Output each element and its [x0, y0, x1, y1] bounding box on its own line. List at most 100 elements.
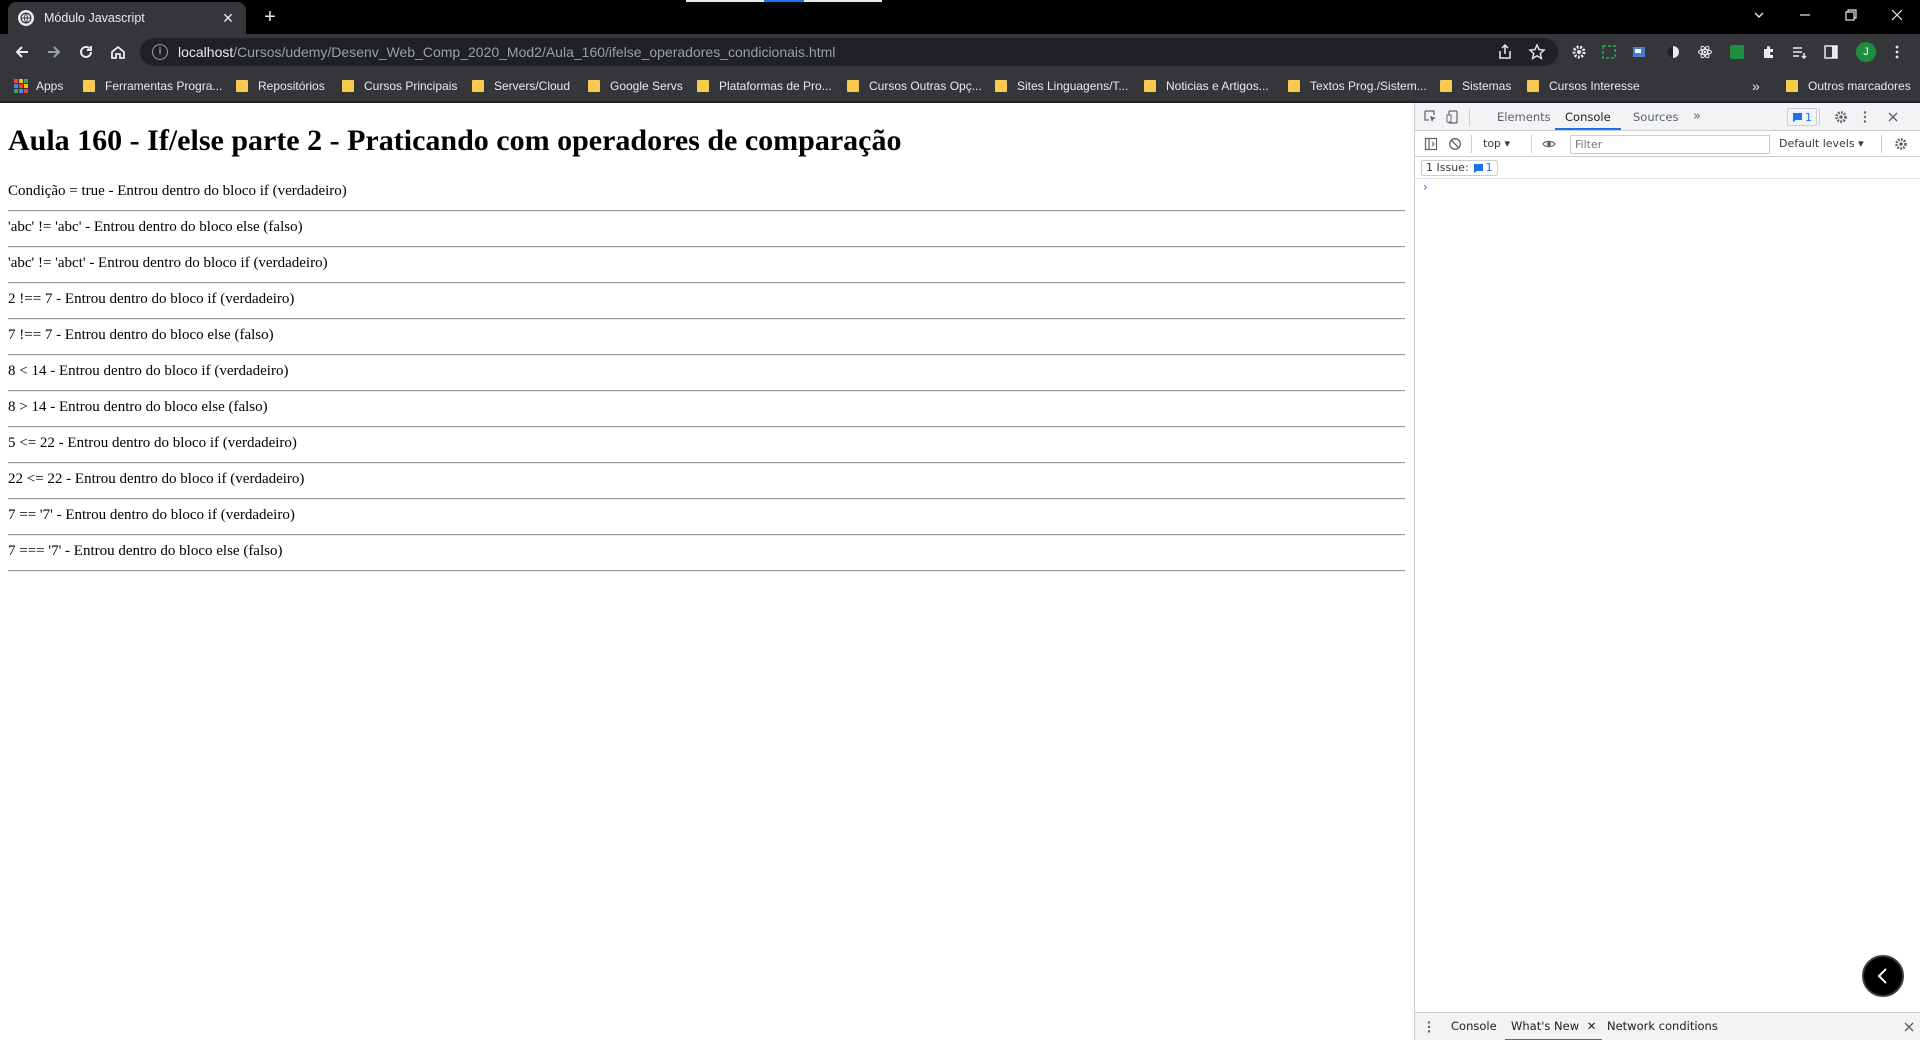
tab-elements[interactable]: Elements: [1495, 103, 1553, 131]
floating-back-button[interactable]: [1862, 955, 1904, 997]
tab-sources[interactable]: Sources: [1631, 103, 1681, 131]
extension-window-icon[interactable]: [1630, 43, 1648, 61]
result-row: Condição = true - Entrou dentro do bloco…: [8, 182, 1405, 218]
new-tab-button[interactable]: +: [258, 6, 282, 30]
tab-close-icon[interactable]: ✕: [220, 10, 236, 26]
bookmark-folder[interactable]: Ferramentas Progra...: [83, 76, 222, 96]
bookmark-label: Plataformas de Pro...: [719, 79, 832, 93]
device-toolbar-icon[interactable]: [1445, 109, 1461, 125]
extension-dark-mode-icon[interactable]: [1664, 43, 1682, 61]
bookmark-folder[interactable]: Google Servs: [588, 76, 683, 96]
apps-grid-icon: [14, 79, 28, 93]
bookmark-label: Cursos Outras Opç...: [869, 79, 982, 93]
drawer-tab-whats-new[interactable]: What's New ✕: [1505, 1013, 1603, 1040]
console-prompt[interactable]: ›: [1423, 180, 1428, 194]
other-bookmarks[interactable]: Outros marcadores: [1786, 76, 1911, 96]
bookmark-folder[interactable]: Sistemas: [1440, 76, 1511, 96]
more-tabs-button[interactable]: »: [1691, 103, 1703, 131]
bookmark-folder[interactable]: Servers/Cloud: [472, 76, 570, 96]
result-text: 22 <= 22 - Entrou dentro do bloco if (ve…: [8, 471, 305, 487]
folder-icon: [1440, 80, 1452, 92]
kebab-menu-icon[interactable]: [1857, 109, 1873, 125]
log-levels-value: Default levels: [1779, 137, 1855, 150]
bookmark-label: Textos Prog./Sistem...: [1310, 79, 1427, 93]
folder-icon: [847, 80, 859, 92]
bookmark-folder[interactable]: Repositórios: [236, 76, 325, 96]
issues-badge[interactable]: 1: [1787, 108, 1817, 126]
browser-toolbar: i localhost/Cursos/udemy/Desenv_Web_Comp…: [0, 34, 1920, 70]
divider: [8, 462, 1405, 464]
extension-react-icon[interactable]: [1696, 43, 1714, 61]
restore-button[interactable]: [1828, 0, 1874, 30]
address-bar[interactable]: i localhost/Cursos/udemy/Desenv_Web_Comp…: [140, 38, 1558, 66]
folder-icon: [697, 80, 709, 92]
browser-menu-icon[interactable]: [1888, 43, 1906, 61]
issues-bar: 1 Issue: 1: [1415, 157, 1920, 179]
home-button[interactable]: [106, 40, 130, 64]
close-icon[interactable]: ✕: [1587, 1019, 1597, 1033]
globe-icon: [18, 10, 34, 26]
drawer-tab-network-conditions[interactable]: Network conditions: [1607, 1013, 1718, 1040]
bookmark-label: Google Servs: [610, 79, 683, 93]
tab-search-icon[interactable]: [1736, 0, 1782, 30]
close-devtools-icon[interactable]: [1885, 109, 1901, 125]
share-icon[interactable]: [1496, 43, 1514, 61]
bookmark-folder[interactable]: Sites Linguagens/T...: [995, 76, 1128, 96]
devtools-panel: Elements Console Sources » 1 top ▾ Filte…: [1414, 103, 1920, 1040]
browser-tab-active[interactable]: Módulo Javascript ✕: [8, 2, 246, 34]
tab-console[interactable]: Console: [1555, 103, 1621, 130]
reading-list-icon[interactable]: [1790, 43, 1808, 61]
issues-link[interactable]: 1 Issue: 1: [1421, 160, 1498, 176]
profile-avatar[interactable]: J: [1856, 42, 1876, 62]
settings-gear-icon[interactable]: [1833, 109, 1849, 125]
close-window-button[interactable]: [1874, 0, 1920, 30]
console-filter-input[interactable]: [1570, 135, 1770, 154]
extensions-puzzle-icon[interactable]: [1760, 43, 1778, 61]
folder-icon: [1527, 80, 1539, 92]
drawer-menu-icon[interactable]: [1421, 1019, 1437, 1035]
live-expression-eye-icon[interactable]: [1541, 136, 1557, 152]
inspect-element-icon[interactable]: [1423, 109, 1439, 125]
context-selector[interactable]: top ▾: [1483, 135, 1510, 153]
result-text: 7 == '7' - Entrou dentro do bloco if (ve…: [8, 507, 295, 523]
console-settings-icon[interactable]: [1893, 136, 1909, 152]
bookmark-folder[interactable]: Noticias e Artigos...: [1144, 76, 1269, 96]
result-text: 5 <= 22 - Entrou dentro do bloco if (ver…: [8, 435, 297, 451]
page-heading: Aula 160 - If/else parte 2 - Praticando …: [8, 124, 902, 157]
bookmark-folder[interactable]: Plataformas de Pro...: [697, 76, 832, 96]
folder-icon: [588, 80, 600, 92]
result-row: 22 <= 22 - Entrou dentro do bloco if (ve…: [8, 470, 1405, 506]
drawer-tab-console[interactable]: Console: [1451, 1013, 1497, 1040]
result-text: 8 > 14 - Entrou dentro do bloco else (fa…: [8, 399, 268, 415]
forward-button[interactable]: [42, 40, 66, 64]
bookmark-label: Cursos Interesse: [1549, 79, 1640, 93]
bookmark-folder[interactable]: Cursos Interesse: [1527, 76, 1640, 96]
sidebar-toggle-icon[interactable]: [1423, 136, 1439, 152]
reload-icon: [80, 45, 92, 58]
bookmark-folder[interactable]: Textos Prog./Sistem...: [1288, 76, 1427, 96]
back-button[interactable]: [10, 40, 34, 64]
log-levels-dropdown[interactable]: Default levels ▾: [1779, 135, 1864, 153]
toolbar-separator: [1881, 135, 1882, 153]
window-top-edge: [686, 0, 764, 2]
reload-button[interactable]: [74, 40, 98, 64]
bookmark-label: Apps: [36, 79, 64, 93]
extension-screenshot-icon[interactable]: [1600, 43, 1618, 61]
result-row: 7 == '7' - Entrou dentro do bloco if (ve…: [8, 506, 1405, 542]
side-panel-icon[interactable]: [1822, 43, 1840, 61]
bookmark-star-icon[interactable]: [1528, 43, 1546, 61]
result-text: Condição = true - Entrou dentro do bloco…: [8, 183, 347, 199]
result-text: 7 === '7' - Entrou dentro do bloco else …: [8, 543, 283, 559]
clear-console-icon[interactable]: [1447, 136, 1463, 152]
extension-green-square-icon[interactable]: [1728, 43, 1746, 61]
close-drawer-icon[interactable]: [1901, 1019, 1917, 1035]
bookmarks-overflow-button[interactable]: »: [1752, 76, 1760, 96]
extension-gear-icon[interactable]: [1570, 43, 1588, 61]
bookmark-folder[interactable]: Cursos Principais: [342, 76, 457, 96]
folder-icon: [1144, 80, 1156, 92]
folder-icon: [472, 80, 484, 92]
minimize-button[interactable]: [1782, 0, 1828, 30]
bookmark-folder[interactable]: Cursos Outras Opç...: [847, 76, 982, 96]
site-info-icon[interactable]: i: [152, 44, 168, 60]
bookmark-apps[interactable]: Apps: [14, 76, 63, 96]
